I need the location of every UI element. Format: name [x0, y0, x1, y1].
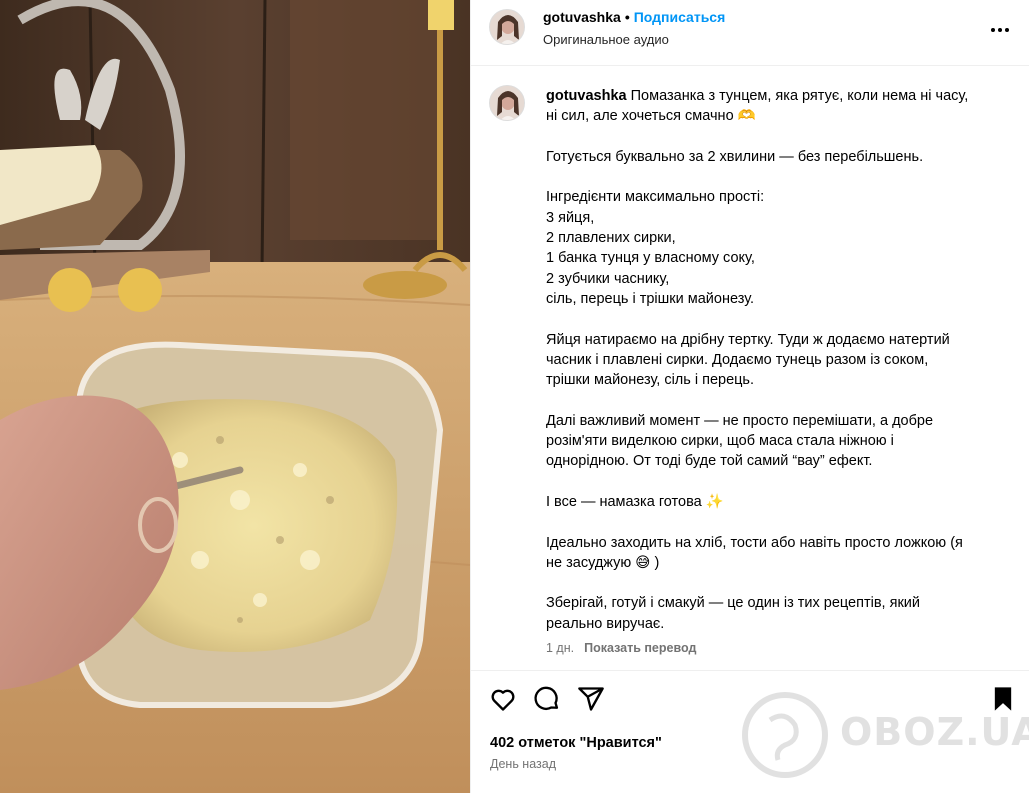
translate-button[interactable]: Показать перевод	[584, 641, 696, 655]
author-avatar[interactable]	[489, 9, 525, 45]
send-icon[interactable]	[577, 685, 605, 713]
caption-text: Помазанка з тунцем, яка рятує, коли нема…	[546, 88, 969, 632]
food-video-frame	[0, 0, 470, 793]
caption-author-avatar[interactable]	[489, 85, 525, 121]
post-details-panel: gotuvashka • Подписаться Оригинальное ауди…	[470, 0, 1029, 793]
bookmark-icon[interactable]	[989, 685, 1017, 713]
post-media[interactable]	[0, 0, 470, 793]
avatar-image	[490, 10, 524, 44]
action-bar: 402 отметок "Нравится" День назад	[471, 670, 1029, 794]
avatar-image	[490, 86, 524, 120]
post-timestamp[interactable]: День назад	[490, 757, 556, 771]
post-header: gotuvashka • Подписаться Оригинальное ауди…	[471, 0, 1029, 66]
caption-age[interactable]: 1 дн.	[546, 641, 574, 655]
heart-icon[interactable]	[489, 685, 517, 713]
author-username[interactable]: gotuvashka	[543, 9, 621, 25]
header-username-line: gotuvashka • Подписаться	[543, 9, 725, 25]
comment-icon[interactable]	[533, 685, 561, 713]
caption-username[interactable]: gotuvashka	[546, 88, 627, 104]
caption-section: gotuvashka Помазанка з тунцем, яка рятує…	[471, 66, 1029, 670]
audio-label[interactable]: Оригинальное аудио	[543, 32, 669, 47]
post-caption: gotuvashka Помазанка з тунцем, яка рятує…	[546, 86, 1001, 634]
more-horizontal-icon[interactable]	[988, 18, 1012, 42]
follow-button[interactable]: Подписаться	[634, 9, 726, 25]
likes-count[interactable]: 402 отметок "Нравится"	[490, 735, 662, 751]
header-separator: •	[624, 9, 630, 25]
caption-meta: 1 дн. Показать перевод	[546, 641, 696, 655]
